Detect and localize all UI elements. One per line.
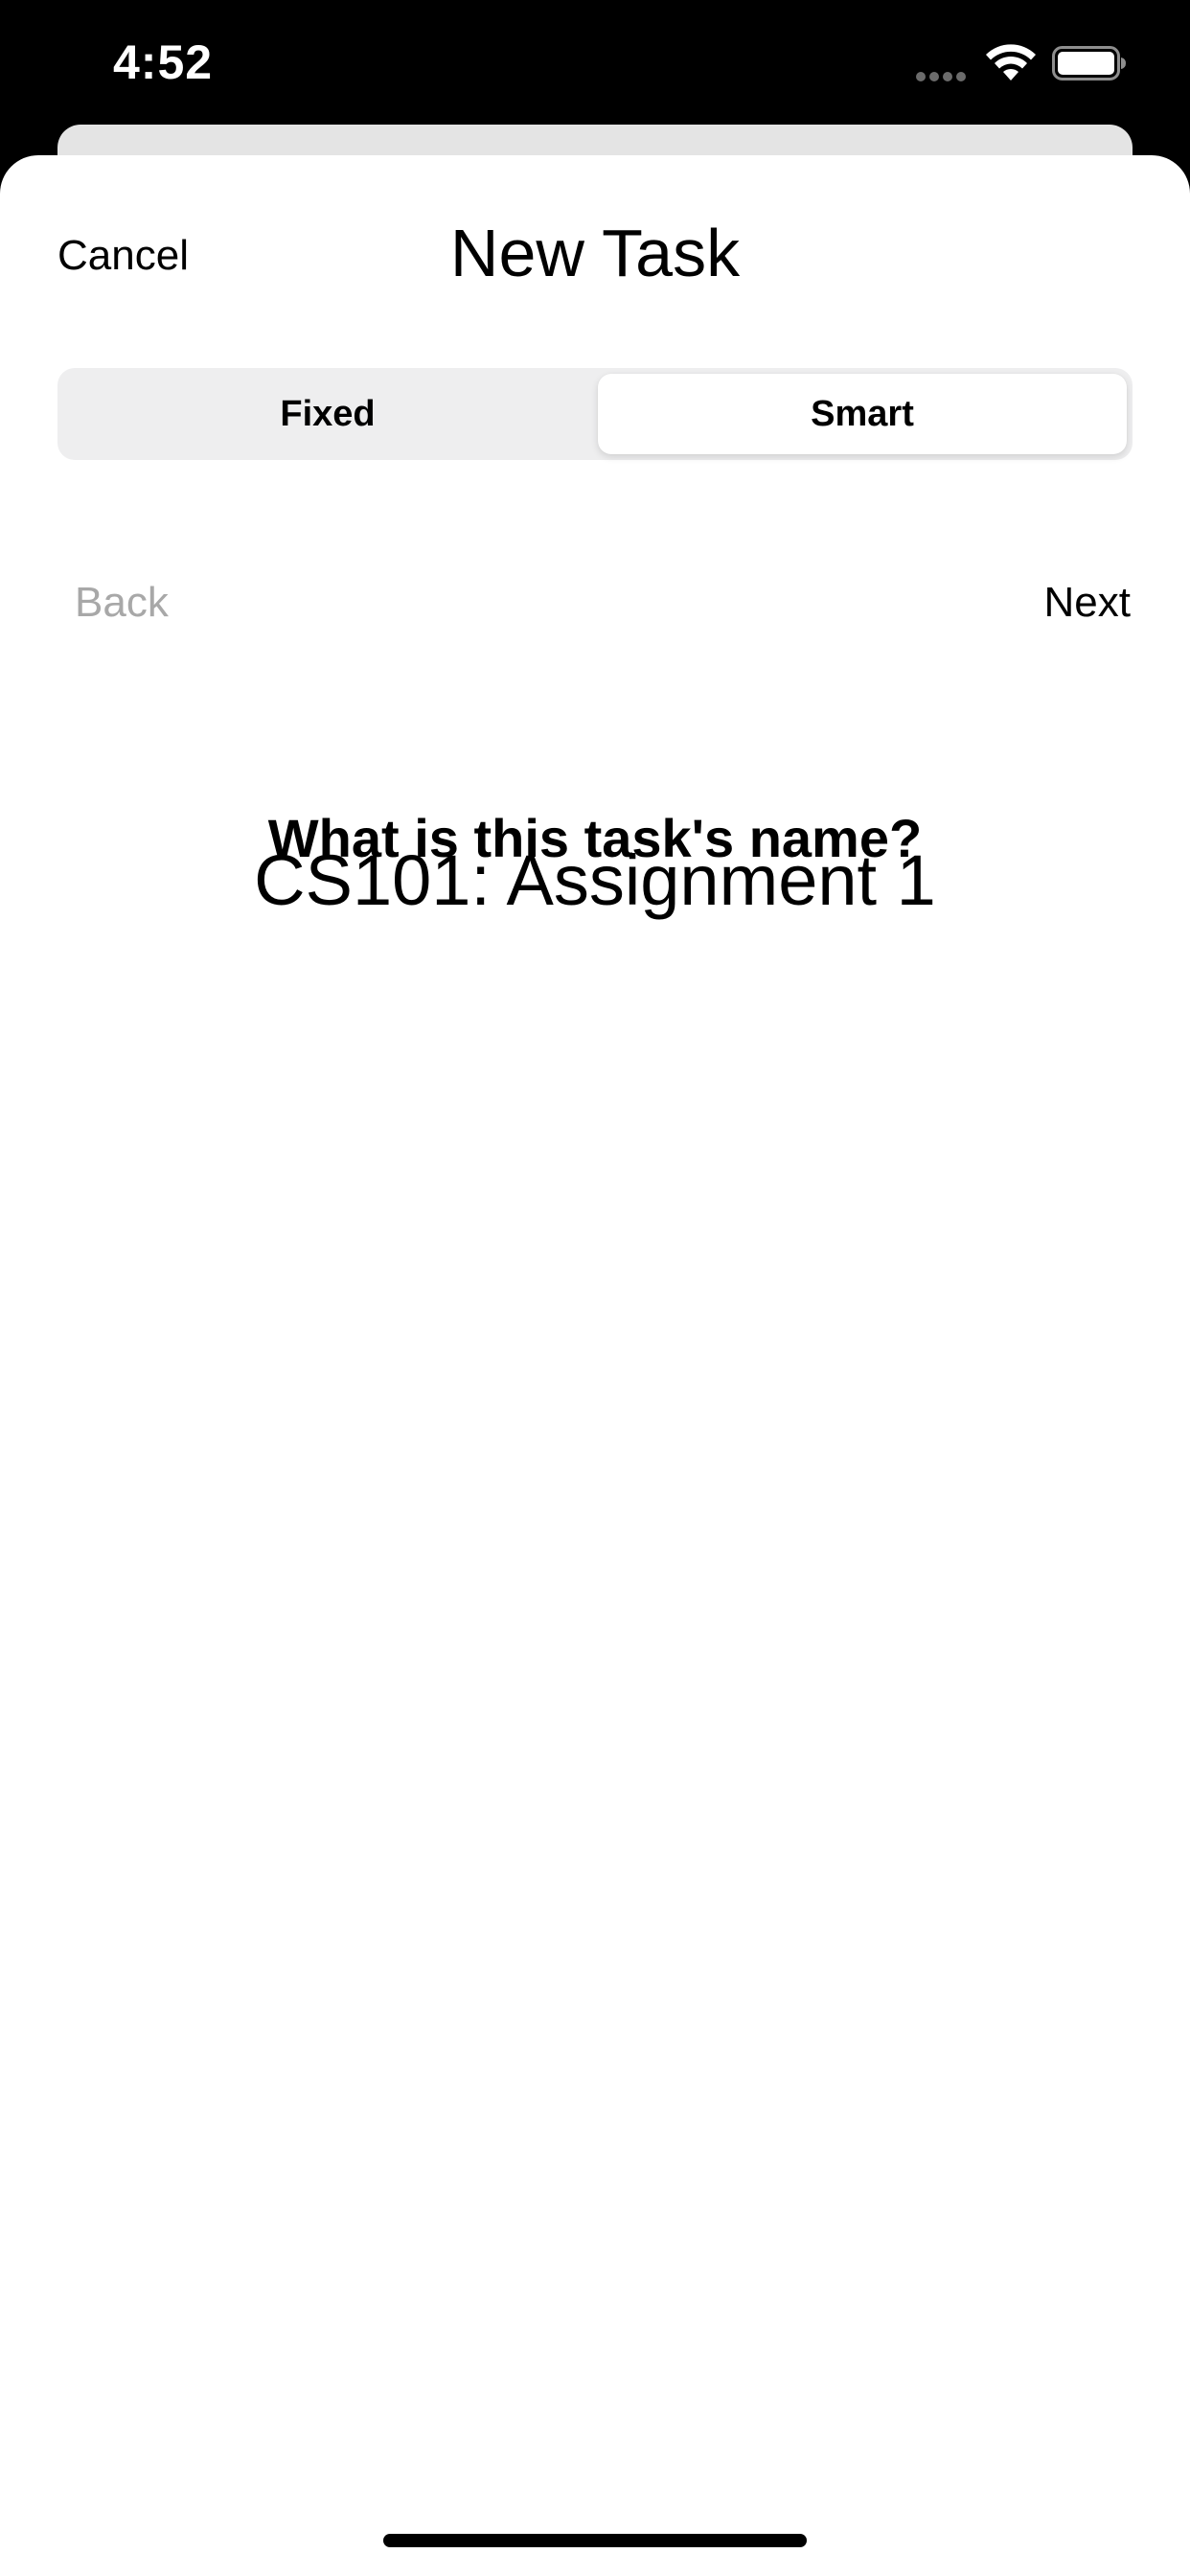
status-time: 4:52 (113, 35, 214, 89)
screen: 4:52 Cancel New Task Fixed Smart Back Ne… (0, 0, 1190, 2576)
segment-fixed[interactable]: Fixed (63, 374, 592, 454)
back-button[interactable]: Back (75, 579, 169, 627)
new-task-sheet: Cancel New Task Fixed Smart Back Next Wh… (0, 155, 1190, 2576)
status-bar: 4:52 (0, 0, 1190, 126)
signal-dots-icon (916, 69, 972, 81)
task-name-input[interactable] (116, 832, 1074, 928)
page-title: New Task (449, 216, 741, 290)
next-button[interactable]: Next (1044, 579, 1131, 627)
wifi-icon (986, 44, 1036, 80)
battery-icon (1052, 46, 1126, 80)
segment-smart[interactable]: Smart (598, 374, 1127, 454)
home-indicator[interactable] (383, 2534, 807, 2547)
task-type-segmented-control: Fixed Smart (57, 368, 1133, 460)
